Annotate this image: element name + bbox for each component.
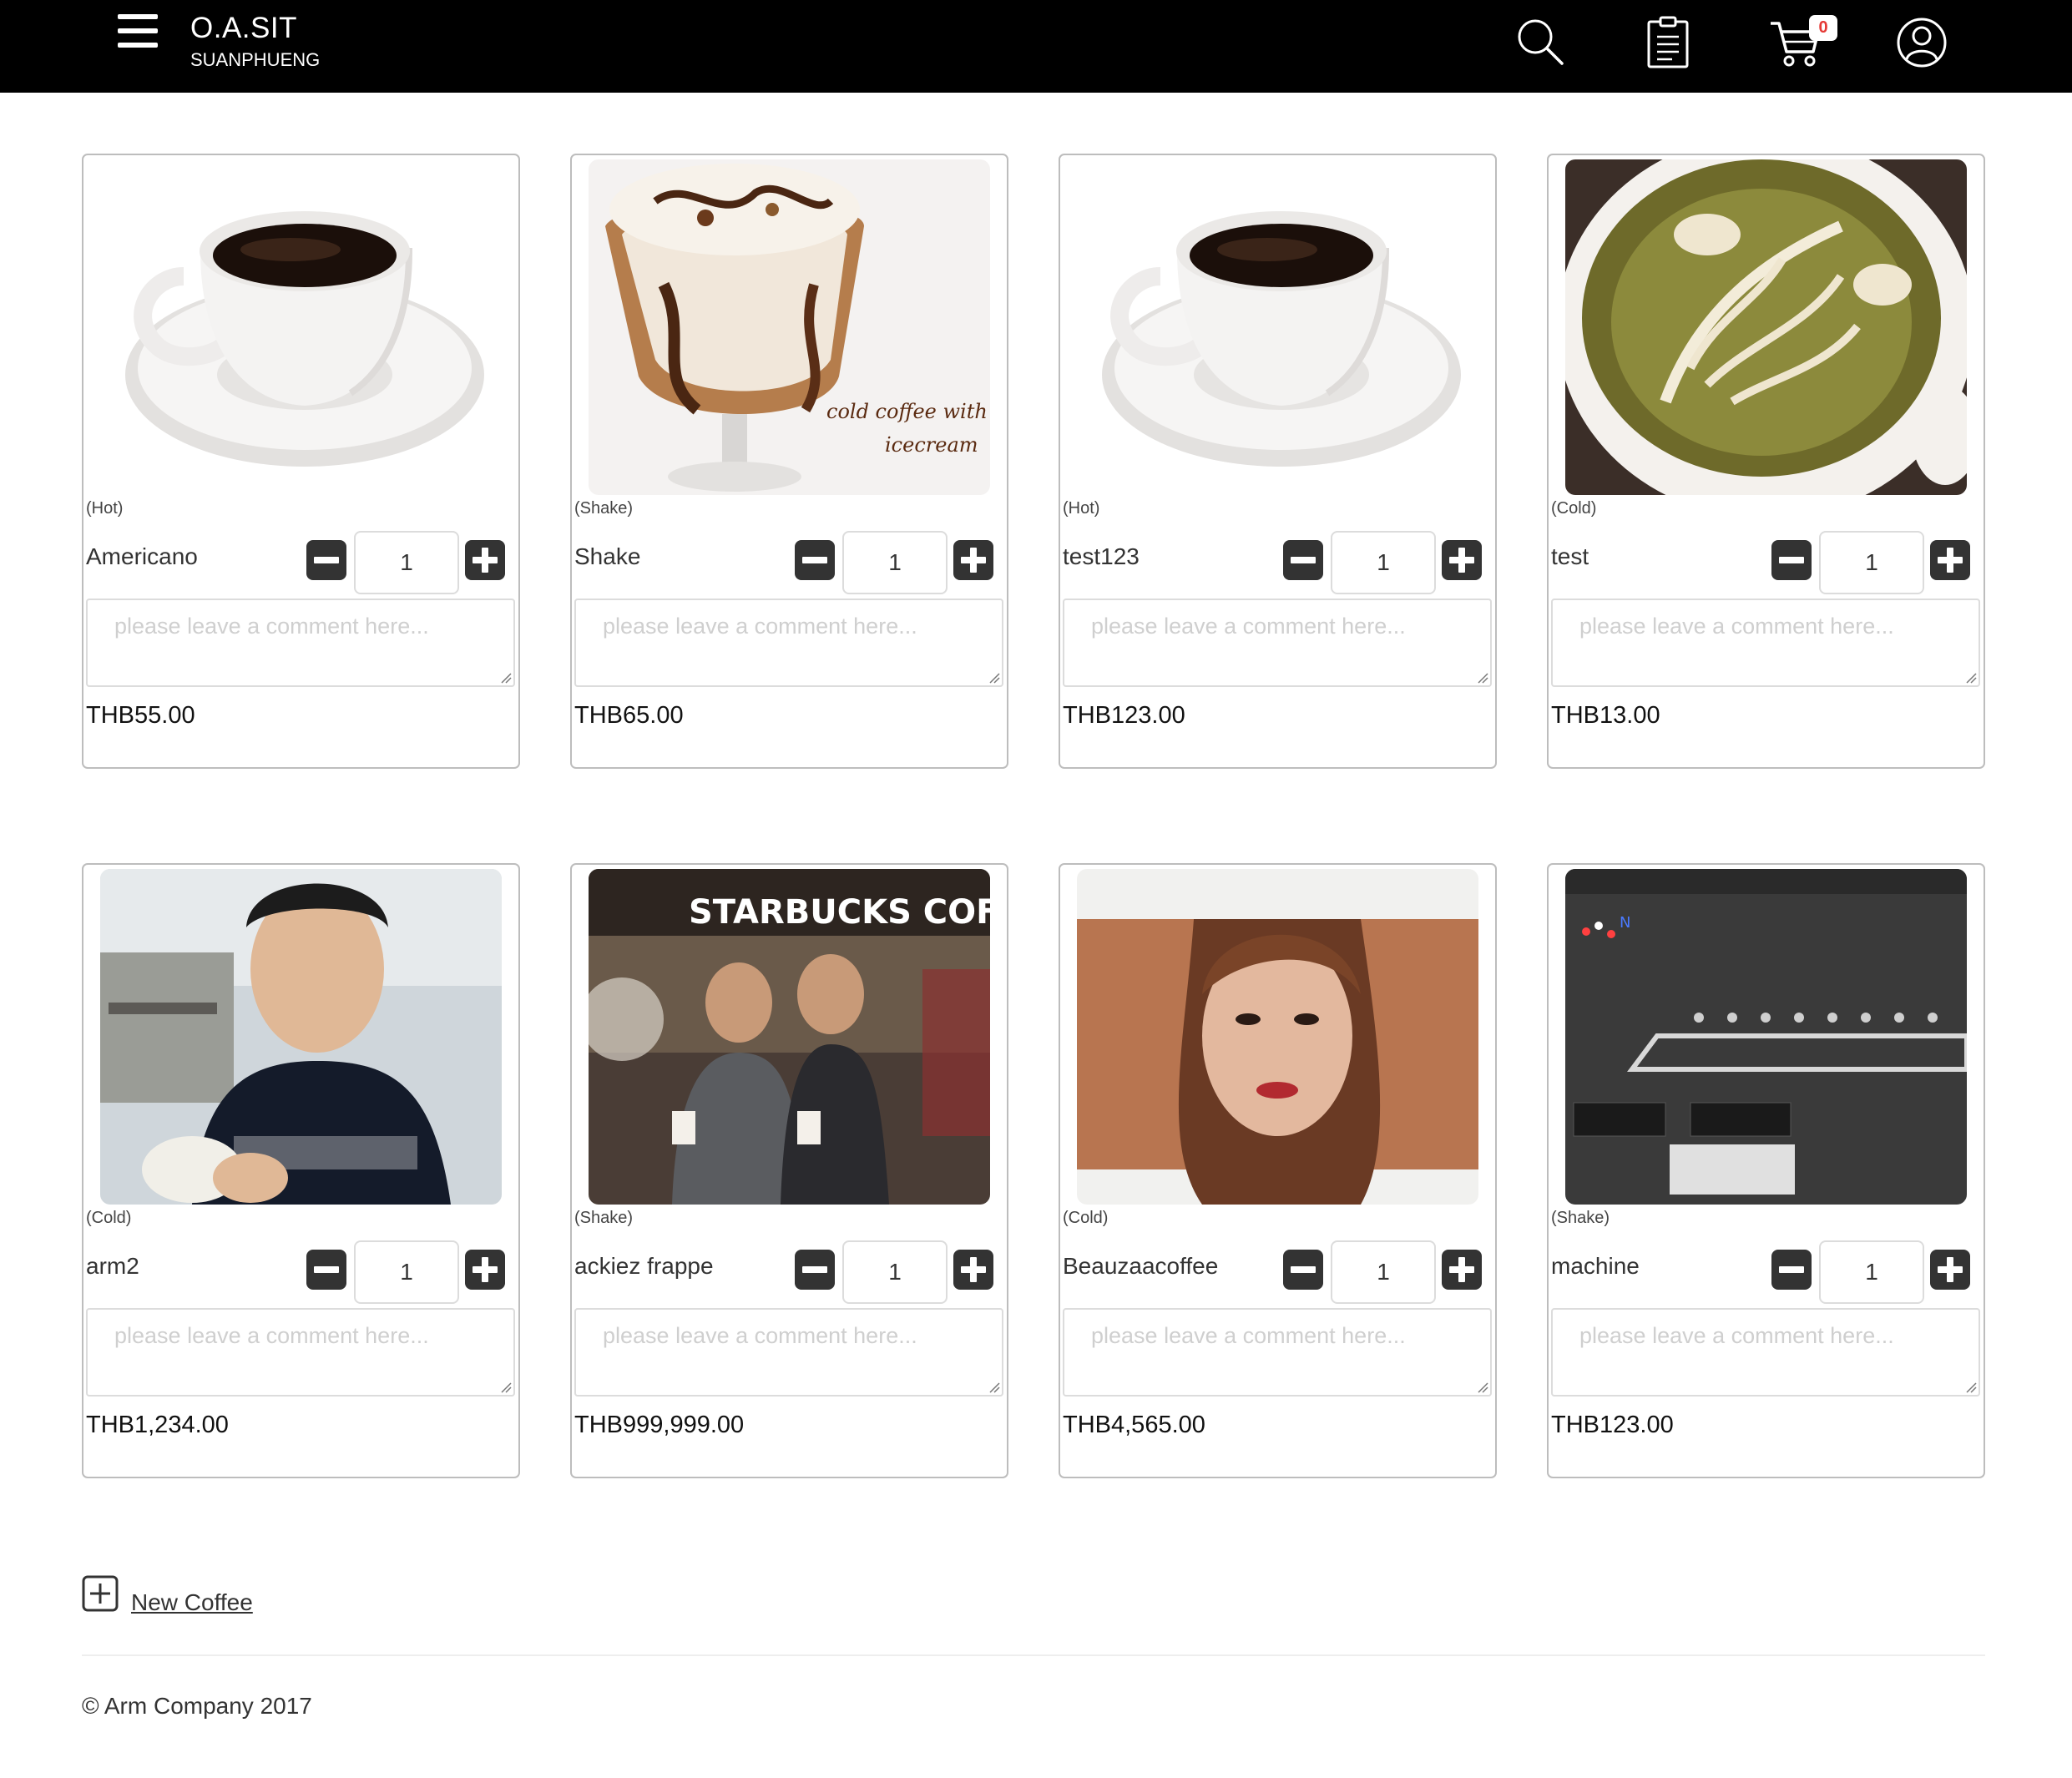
increase-quantity-button[interactable]	[1930, 540, 1970, 580]
product-image	[1077, 159, 1478, 495]
product-price: THB123.00	[1551, 1412, 1674, 1438]
svg-text:STARBUCKS COFF: STARBUCKS COFF	[689, 893, 990, 932]
product-category: (Cold)	[86, 1209, 132, 1227]
product-price: THB55.00	[86, 702, 195, 729]
product-name: Shake	[574, 543, 641, 569]
product-category: (Hot)	[1063, 499, 1100, 518]
top-navbar: O.A.SIT SUANPHUENG 0	[0, 0, 2072, 93]
product-price: THB999,999.00	[574, 1412, 745, 1438]
product-category: (Cold)	[1063, 1209, 1109, 1227]
product-image	[100, 869, 502, 1205]
product-image	[100, 159, 502, 495]
svg-text:N: N	[1620, 914, 1630, 932]
resize-grip-icon[interactable]	[1965, 672, 1977, 684]
product-name: arm2	[86, 1253, 139, 1279]
product-price: THB13.00	[1551, 702, 1660, 729]
decrease-quantity-button[interactable]	[795, 1250, 835, 1290]
search-icon[interactable]	[1514, 15, 1569, 70]
copyright-text: © Arm Company 2017	[82, 1693, 312, 1719]
menu-icon[interactable]	[118, 14, 158, 48]
product-category: (Shake)	[574, 499, 634, 518]
comment-textarea[interactable]	[574, 1308, 1003, 1397]
product-category: (Hot)	[86, 499, 124, 518]
product-price: THB123.00	[1063, 702, 1185, 729]
decrease-quantity-button[interactable]	[1771, 540, 1812, 580]
product-category: (Cold)	[1551, 499, 1597, 518]
product-card: cold coffee with icecream (Shake) Shake …	[570, 154, 1008, 769]
brand-title[interactable]: O.A.SIT	[190, 12, 297, 45]
quantity-input[interactable]	[1331, 1240, 1436, 1304]
product-image	[1077, 869, 1478, 1205]
quantity-input[interactable]	[1331, 531, 1436, 594]
product-image: cold coffee with icecream	[589, 159, 990, 495]
increase-quantity-button[interactable]	[953, 1250, 993, 1290]
increase-quantity-button[interactable]	[465, 1250, 505, 1290]
increase-quantity-button[interactable]	[465, 540, 505, 580]
product-card: STARBUCKS COFF (Shake) ackiez frappe THB…	[570, 863, 1008, 1478]
product-image	[1565, 159, 1967, 495]
product-category: (Shake)	[1551, 1209, 1610, 1227]
decrease-quantity-button[interactable]	[795, 540, 835, 580]
product-card: N (Shake) machine THB123.00	[1547, 863, 1985, 1478]
product-name: Beauzaacoffee	[1063, 1253, 1219, 1279]
comment-textarea[interactable]	[86, 1308, 515, 1397]
product-card: (Cold) Beauzaacoffee THB4,565.00	[1059, 863, 1497, 1478]
footer-divider	[82, 1654, 1985, 1656]
brand-subtitle: SUANPHUENG	[190, 49, 321, 70]
product-card: (Cold) arm2 THB1,234.00	[82, 863, 520, 1478]
comment-textarea[interactable]	[86, 599, 515, 687]
resize-grip-icon[interactable]	[988, 672, 1000, 684]
comment-textarea[interactable]	[1551, 1308, 1980, 1397]
new-coffee-link[interactable]: New Coffee	[131, 1589, 253, 1616]
increase-quantity-button[interactable]	[1442, 540, 1482, 580]
quantity-input[interactable]	[1819, 531, 1924, 594]
comment-textarea[interactable]	[574, 599, 1003, 687]
comment-textarea[interactable]	[1063, 599, 1492, 687]
quantity-input[interactable]	[354, 1240, 459, 1304]
add-coffee-icon[interactable]	[82, 1575, 119, 1612]
product-price: THB4,565.00	[1063, 1412, 1205, 1438]
product-name: machine	[1551, 1253, 1640, 1279]
product-category: (Shake)	[574, 1209, 634, 1227]
product-card: (Cold) test THB13.00	[1547, 154, 1985, 769]
comment-textarea[interactable]	[1551, 599, 1980, 687]
resize-grip-icon[interactable]	[500, 1381, 512, 1393]
product-card: (Hot) test123 THB123.00	[1059, 154, 1497, 769]
comment-textarea[interactable]	[1063, 1308, 1492, 1397]
product-image: STARBUCKS COFF	[589, 869, 990, 1205]
clipboard-icon[interactable]	[1640, 15, 1696, 70]
decrease-quantity-button[interactable]	[306, 1250, 346, 1290]
product-price: THB65.00	[574, 702, 684, 729]
product-name: test123	[1063, 543, 1140, 569]
decrease-quantity-button[interactable]	[1283, 1250, 1323, 1290]
product-name: Americano	[86, 543, 198, 569]
decrease-quantity-button[interactable]	[1771, 1250, 1812, 1290]
resize-grip-icon[interactable]	[1965, 1381, 1977, 1393]
quantity-input[interactable]	[842, 531, 948, 594]
increase-quantity-button[interactable]	[953, 540, 993, 580]
resize-grip-icon[interactable]	[1477, 1381, 1488, 1393]
product-image: N	[1565, 869, 1967, 1205]
resize-grip-icon[interactable]	[988, 1381, 1000, 1393]
product-name: test	[1551, 543, 1589, 569]
cart-count-badge: 0	[1809, 15, 1837, 41]
svg-text:cold coffee with: cold coffee with	[826, 400, 988, 423]
product-card: (Hot) Americano THB55.00	[82, 154, 520, 769]
decrease-quantity-button[interactable]	[306, 540, 346, 580]
quantity-input[interactable]	[842, 1240, 948, 1304]
increase-quantity-button[interactable]	[1442, 1250, 1482, 1290]
quantity-input[interactable]	[1819, 1240, 1924, 1304]
product-name: ackiez frappe	[574, 1253, 714, 1279]
decrease-quantity-button[interactable]	[1283, 540, 1323, 580]
svg-text:icecream: icecream	[885, 433, 978, 457]
resize-grip-icon[interactable]	[1477, 672, 1488, 684]
product-price: THB1,234.00	[86, 1412, 229, 1438]
increase-quantity-button[interactable]	[1930, 1250, 1970, 1290]
resize-grip-icon[interactable]	[500, 672, 512, 684]
user-icon[interactable]	[1894, 15, 1949, 70]
quantity-input[interactable]	[354, 531, 459, 594]
